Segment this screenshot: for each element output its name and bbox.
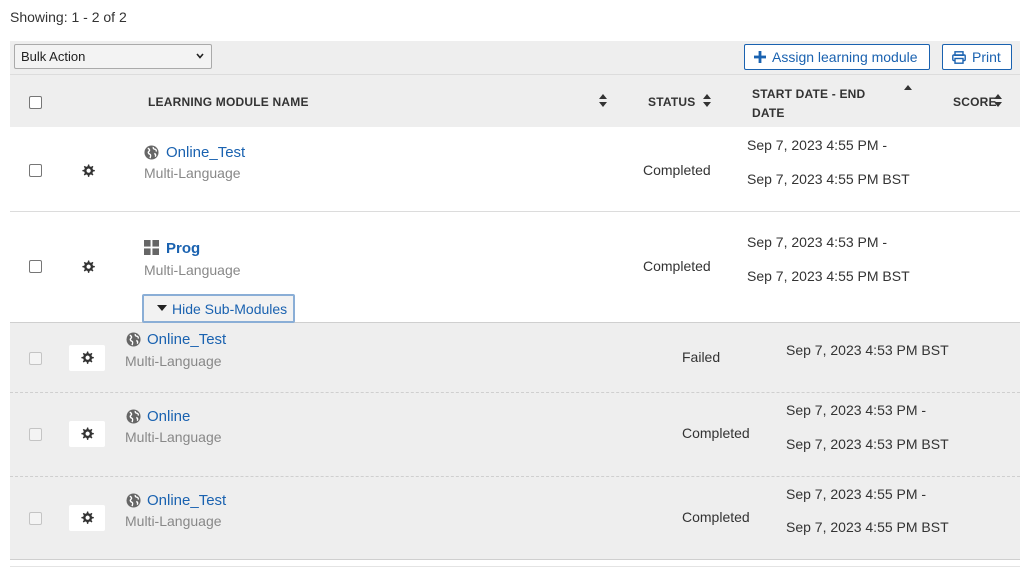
printer-icon — [952, 50, 966, 64]
column-header-score[interactable]: SCORE — [953, 95, 997, 109]
module-language: Multi-Language — [125, 353, 222, 369]
program-grid-icon — [144, 240, 159, 255]
start-date: Sep 7, 2023 4:55 PM - — [747, 137, 888, 153]
column-header-date[interactable]: START DATE - END DATE — [752, 85, 865, 123]
globe-icon — [126, 332, 141, 347]
sort-icon[interactable] — [599, 94, 607, 107]
row-checkbox[interactable] — [29, 352, 42, 365]
module-name-link[interactable]: Prog — [166, 240, 200, 257]
end-date: Sep 7, 2023 4:55 PM BST — [786, 519, 949, 535]
module-name-link[interactable]: Online_Test — [147, 492, 226, 509]
table-row: Online_Test Multi-Language Completed Sep… — [10, 127, 1020, 212]
end-date: Sep 7, 2023 4:55 PM BST — [747, 171, 910, 187]
assign-label: Assign learning module — [772, 49, 918, 65]
sort-icon[interactable] — [703, 94, 711, 107]
module-date: Sep 7, 2023 4:53 PM BST — [786, 342, 949, 358]
table-header: LEARNING MODULE NAME STATUS START DATE -… — [10, 74, 1020, 127]
row-checkbox[interactable] — [29, 164, 42, 177]
actions-button[interactable] — [69, 505, 105, 531]
module-language: Multi-Language — [125, 513, 222, 529]
chevron-down-icon — [196, 53, 204, 59]
gear-icon — [81, 511, 94, 524]
actions-button[interactable] — [69, 421, 105, 447]
actions-button[interactable] — [69, 345, 105, 371]
hide-sub-modules-button[interactable]: Hide Sub-Modules — [142, 294, 295, 323]
end-date: Sep 7, 2023 4:55 PM BST — [747, 268, 910, 284]
column-header-name[interactable]: LEARNING MODULE NAME — [148, 95, 309, 109]
assign-learning-module-button[interactable]: Assign learning module — [744, 44, 930, 70]
module-language: Multi-Language — [144, 165, 241, 181]
date-header-line1: START DATE - END — [752, 87, 866, 101]
sub-module-row: Online_Test Multi-Language Completed Sep… — [10, 477, 1020, 560]
print-button[interactable]: Print — [942, 44, 1012, 70]
globe-icon — [144, 145, 159, 160]
module-language: Multi-Language — [144, 262, 241, 278]
sub-module-row: Online Multi-Language Completed Sep 7, 2… — [10, 393, 1020, 477]
row-checkbox[interactable] — [29, 260, 42, 273]
module-status: Completed — [682, 425, 750, 441]
module-language: Multi-Language — [125, 429, 222, 445]
bulk-action-label: Bulk Action — [21, 49, 86, 64]
caret-down-icon — [157, 305, 167, 311]
globe-icon — [126, 409, 141, 424]
row-checkbox[interactable] — [29, 512, 42, 525]
module-status: Failed — [682, 349, 721, 365]
module-status: Completed — [682, 509, 750, 525]
gear-icon[interactable] — [81, 260, 95, 274]
sort-ascending-icon[interactable] — [904, 85, 912, 91]
row-checkbox[interactable] — [29, 428, 42, 441]
module-status: Completed — [643, 258, 711, 274]
select-all-checkbox[interactable] — [29, 96, 42, 109]
start-date: Sep 7, 2023 4:53 PM - — [786, 402, 927, 418]
end-date: Sep 7, 2023 4:53 PM BST — [786, 436, 949, 452]
sort-icon[interactable] — [994, 94, 1002, 107]
globe-icon — [126, 493, 141, 508]
module-name-link[interactable]: Online_Test — [166, 144, 245, 161]
module-name-link[interactable]: Online — [147, 408, 190, 425]
start-date: Sep 7, 2023 4:55 PM - — [786, 486, 927, 502]
table-toolbar: Bulk Action Assign learning module Print — [10, 41, 1020, 74]
results-count: Showing: 1 - 2 of 2 — [10, 9, 127, 25]
gear-icon — [81, 351, 94, 364]
bulk-action-select[interactable]: Bulk Action — [14, 44, 212, 69]
gear-icon[interactable] — [81, 164, 95, 178]
hide-sub-modules-label: Hide Sub-Modules — [172, 300, 288, 317]
start-date: Sep 7, 2023 4:53 PM - — [747, 234, 888, 250]
plus-icon — [754, 51, 766, 63]
column-header-status[interactable]: STATUS — [648, 95, 695, 109]
print-label: Print — [972, 49, 1001, 65]
gear-icon — [81, 427, 94, 440]
table-bottom-divider — [10, 566, 1020, 567]
module-name-link[interactable]: Online_Test — [147, 331, 226, 348]
sub-module-row: Online_Test Multi-Language Failed Sep 7,… — [10, 322, 1020, 393]
module-status: Completed — [643, 162, 711, 178]
date-header-line2: DATE — [752, 106, 785, 120]
